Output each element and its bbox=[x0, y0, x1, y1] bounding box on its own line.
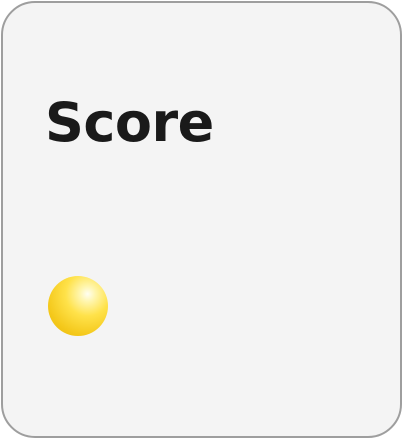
coin-icon bbox=[48, 276, 108, 336]
score-title: Score bbox=[45, 91, 214, 154]
score-card: Score bbox=[1, 1, 402, 438]
